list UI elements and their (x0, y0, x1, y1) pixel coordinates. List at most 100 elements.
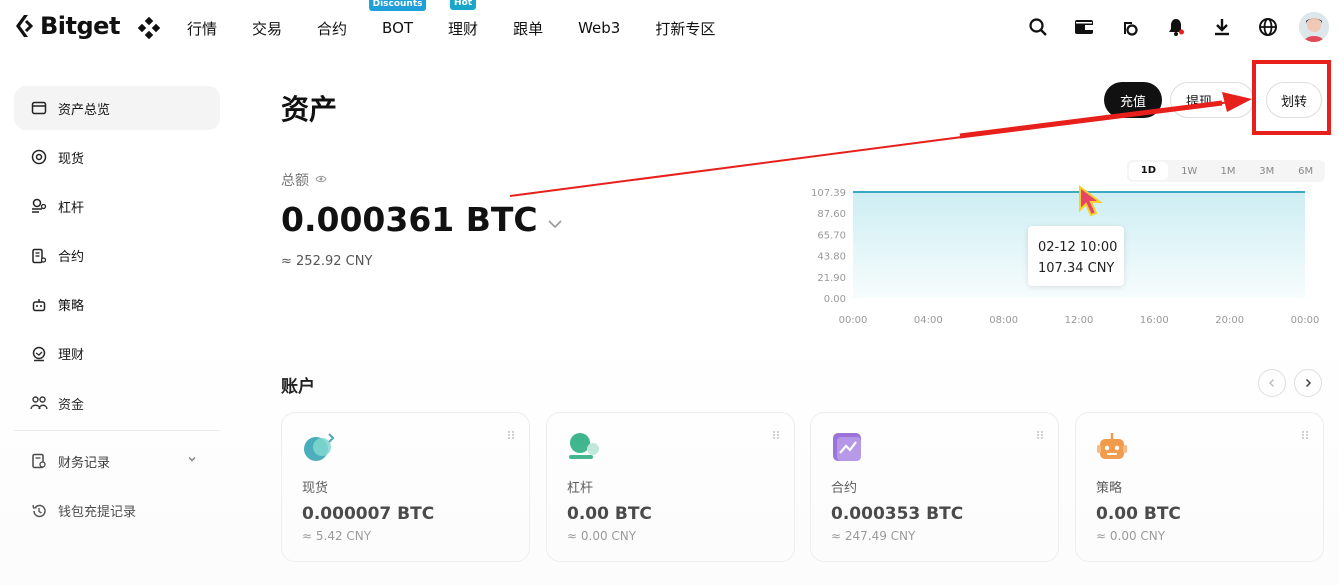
range-tab-1w[interactable]: 1W (1170, 166, 1209, 177)
y-tick-label: 43.80 (817, 252, 846, 263)
account-card-margin[interactable]: 杠杆 0.00 BTC ≈ 0.00 CNY (546, 412, 795, 562)
download-icon[interactable] (1209, 14, 1235, 40)
sidebar-item-label: 钱包充提记录 (58, 505, 137, 520)
nav-futures[interactable]: 合约 (317, 18, 347, 39)
top-nav: Bitget 行情 交易 合约 Discounts BOT Hot 理财 跟单 We… (0, 0, 1339, 56)
user-avatar[interactable] (1299, 12, 1329, 42)
sidebar-item-strategy[interactable]: 策略 (14, 283, 220, 327)
sidebar-item-wallet-history[interactable]: 钱包充提记录 (14, 489, 220, 533)
apps-icon[interactable] (137, 16, 161, 43)
account-name: 杠杆 (567, 481, 594, 496)
contract-icon (30, 247, 48, 265)
sidebar-item-label: 杠杆 (58, 200, 85, 216)
sidebar-item-futures[interactable]: 合约 (14, 234, 220, 278)
account-card-strategy[interactable]: 策略 0.00 BTC ≈ 0.00 CNY (1075, 412, 1324, 562)
withdraw-label: 提现 (1186, 94, 1213, 110)
y-tick-label: 65.70 (817, 230, 846, 241)
account-card-futures[interactable]: 合约 0.000353 BTC ≈ 247.49 CNY (810, 412, 1059, 562)
robot-icon (30, 296, 48, 314)
sidebar-item-margin[interactable]: 杠杆 (14, 184, 220, 228)
x-tick-label: 08:00 (989, 315, 1018, 326)
sidebar-item-spot[interactable]: 现货 (14, 135, 220, 179)
account-value: 0.00 BTC (567, 504, 652, 524)
tooltip-time: 02-12 10:00 (1038, 240, 1118, 255)
drag-handle-icon[interactable] (507, 425, 515, 444)
page-title: 资产 (281, 93, 338, 126)
nav-trade[interactable]: 交易 (252, 18, 282, 39)
account-value: 0.000353 BTC (831, 504, 964, 524)
strategy-account-icon (1096, 431, 1130, 465)
range-tab-1d[interactable]: 1D (1129, 162, 1168, 180)
brand-name: Bitget (40, 12, 120, 40)
total-label: 总额 (281, 170, 327, 190)
y-tick-label: 21.90 (817, 273, 846, 284)
finance-icon (30, 345, 48, 363)
account-name: 现货 (302, 481, 329, 496)
x-tick-label: 20:00 (1215, 315, 1244, 326)
chevron-right-icon (1305, 378, 1312, 388)
sidebar-item-funding[interactable]: 资金 (14, 381, 220, 425)
bell-icon[interactable] (1163, 14, 1189, 40)
account-card-spot[interactable]: 现货 0.000007 BTC ≈ 5.42 CNY (281, 412, 530, 562)
deposit-button[interactable]: 充值 (1104, 82, 1162, 118)
wallet-icon[interactable] (1071, 14, 1097, 40)
tooltip-value: 107.34 CNY (1038, 261, 1115, 276)
nav-bot[interactable]: Discounts BOT (368, 0, 427, 37)
history-icon (30, 502, 48, 520)
account-cny: ≈ 0.00 CNY (1096, 529, 1166, 543)
chart-tooltip: 02-12 10:00 107.34 CNY (1028, 226, 1124, 286)
total-cny: ≈ 252.92 CNY (281, 254, 373, 269)
target-icon (30, 148, 48, 166)
nav-copy-trade[interactable]: 跟单 (513, 18, 543, 39)
spot-account-icon (302, 431, 336, 465)
nav-earn[interactable]: Hot 理财 (448, 0, 478, 39)
prev-button[interactable] (1258, 369, 1286, 397)
x-tick-label: 04:00 (914, 315, 943, 326)
chevron-left-icon (1268, 378, 1275, 388)
search-icon[interactable] (1025, 14, 1051, 40)
x-tick-label: 12:00 (1065, 315, 1094, 326)
leverage-icon (30, 197, 48, 215)
withdraw-button[interactable]: 提现 (1170, 82, 1254, 118)
sidebar-item-label: 理财 (58, 348, 85, 364)
drag-handle-icon[interactable] (1301, 425, 1309, 444)
range-tab-6m[interactable]: 6M (1286, 166, 1325, 177)
y-tick-label: 87.60 (817, 209, 846, 220)
coin-icon[interactable] (1117, 14, 1143, 40)
sidebar-item-overview[interactable]: 资产总览 (14, 86, 220, 130)
bitget-logo-icon (16, 15, 34, 37)
nav-badge-discounts: Discounts (368, 0, 427, 11)
cursor-icon (1076, 184, 1110, 224)
range-tabs: 1D 1W 1M 3M 6M (1127, 160, 1325, 182)
account-name: 策略 (1096, 481, 1123, 496)
account-cny: ≈ 247.49 CNY (831, 529, 916, 543)
sidebar-item-label: 策略 (58, 299, 85, 315)
account-value: 0.000007 BTC (302, 504, 435, 524)
range-tab-1m[interactable]: 1M (1209, 166, 1248, 177)
sidebar-item-earn[interactable]: 理财 (14, 332, 220, 376)
drag-handle-icon[interactable] (772, 425, 780, 444)
sidebar-divider (14, 430, 220, 432)
account-value: 0.00 BTC (1096, 504, 1181, 524)
chevron-down-icon[interactable] (186, 453, 198, 469)
wallet-icon (30, 99, 48, 117)
x-tick-label: 16:00 (1140, 315, 1169, 326)
caret-down-icon[interactable] (1235, 98, 1243, 103)
sidebar-item-financial-records[interactable]: 财务记录 (14, 439, 220, 483)
sidebar: 资产总览 现货 杠杆 合约 策略 理财 资金 财务记录 钱包充提记录 (14, 86, 220, 538)
sidebar-item-label: 资产总览 (58, 102, 111, 118)
accounts-title: 账户 (281, 377, 315, 397)
drag-handle-icon[interactable] (1036, 425, 1044, 444)
globe-icon[interactable] (1255, 14, 1281, 40)
account-cny: ≈ 0.00 CNY (567, 529, 637, 543)
nav-web3[interactable]: Web3 (578, 19, 620, 37)
nav-launchpad[interactable]: 打新专区 (655, 18, 715, 39)
bitget-logo[interactable]: Bitget (14, 12, 120, 40)
sidebar-item-label: 资金 (58, 397, 85, 413)
range-tab-3m[interactable]: 3M (1247, 166, 1286, 177)
highlight-box (1252, 60, 1331, 135)
eye-icon[interactable] (315, 172, 327, 188)
chevron-down-icon[interactable] (546, 200, 564, 239)
nav-market[interactable]: 行情 (187, 18, 217, 39)
next-button[interactable] (1294, 369, 1322, 397)
